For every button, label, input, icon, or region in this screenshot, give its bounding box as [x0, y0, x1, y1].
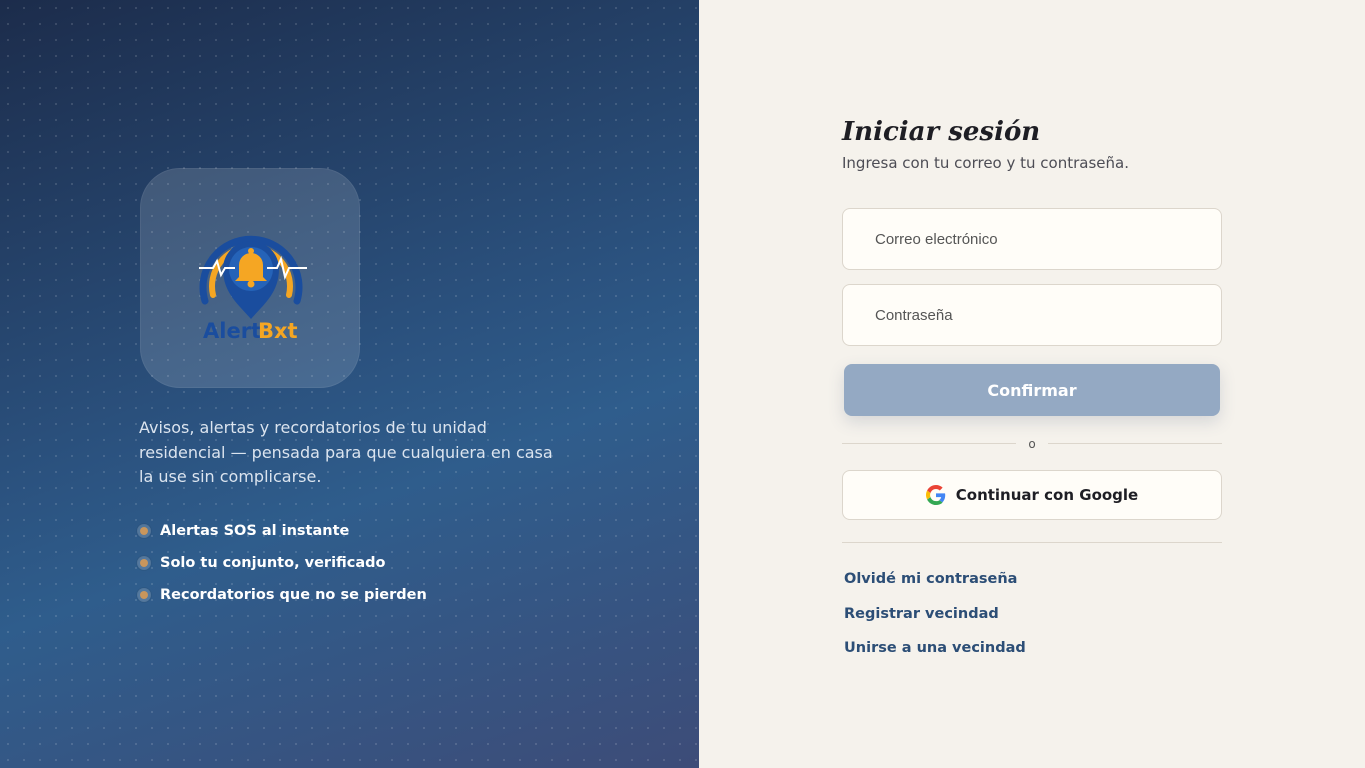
- feature-label: Solo tu conjunto, verificado: [160, 555, 386, 571]
- bell-location-pin-icon: Alert Bxt: [199, 235, 307, 343]
- feature-label: Alertas SOS al instante: [160, 523, 350, 539]
- password-field[interactable]: [875, 306, 1195, 324]
- logo-wordmark-alert: Alert: [203, 319, 261, 343]
- feature-label: Recordatorios que no se pierden: [160, 587, 427, 603]
- google-signin-button[interactable]: Continuar con Google: [842, 470, 1222, 520]
- feature-item: Recordatorios que no se pierden: [137, 579, 427, 611]
- divider-text: o: [1028, 437, 1036, 451]
- logo-wordmark-bxt: Bxt: [258, 319, 298, 343]
- google-button-label: Continuar con Google: [955, 486, 1139, 504]
- hero-tagline: Avisos, alertas y recordatorios de tu un…: [139, 418, 553, 486]
- login-form: Iniciar sesión Ingresa con tu correo y t…: [842, 116, 1222, 673]
- login-panel: Iniciar sesión Ingresa con tu correo y t…: [699, 0, 1365, 768]
- bullet-dot-icon: [137, 524, 151, 538]
- email-field[interactable]: [875, 230, 1195, 248]
- google-icon: [925, 485, 945, 505]
- bullet-dot-icon: [137, 588, 151, 602]
- section-separator: [842, 542, 1222, 543]
- join-neighborhood-link[interactable]: Unirse a una vecindad: [844, 638, 1222, 658]
- register-neighborhood-link[interactable]: Registrar vecindad: [844, 604, 1222, 624]
- email-field-container: [842, 208, 1222, 270]
- page-subtitle: Ingresa con tu correo y tu contraseña.: [842, 154, 1129, 172]
- page-title: Iniciar sesión: [842, 117, 1041, 147]
- feature-list: Alertas SOS al instante Solo tu conjunto…: [137, 515, 427, 611]
- password-field-container: [842, 284, 1222, 346]
- or-divider: o: [842, 434, 1222, 454]
- auth-links: Olvidé mi contraseña Registrar vecindad …: [842, 569, 1222, 658]
- forgot-password-link[interactable]: Olvidé mi contraseña: [844, 569, 1222, 589]
- bullet-dot-icon: [137, 556, 151, 570]
- hero-panel: Alert Bxt Avisos, alertas y recordatorio…: [0, 0, 699, 768]
- feature-item: Solo tu conjunto, verificado: [137, 547, 427, 579]
- feature-item: Alertas SOS al instante: [137, 515, 427, 547]
- logo-card: Alert Bxt: [140, 168, 360, 388]
- confirm-button[interactable]: Confirmar: [844, 364, 1220, 416]
